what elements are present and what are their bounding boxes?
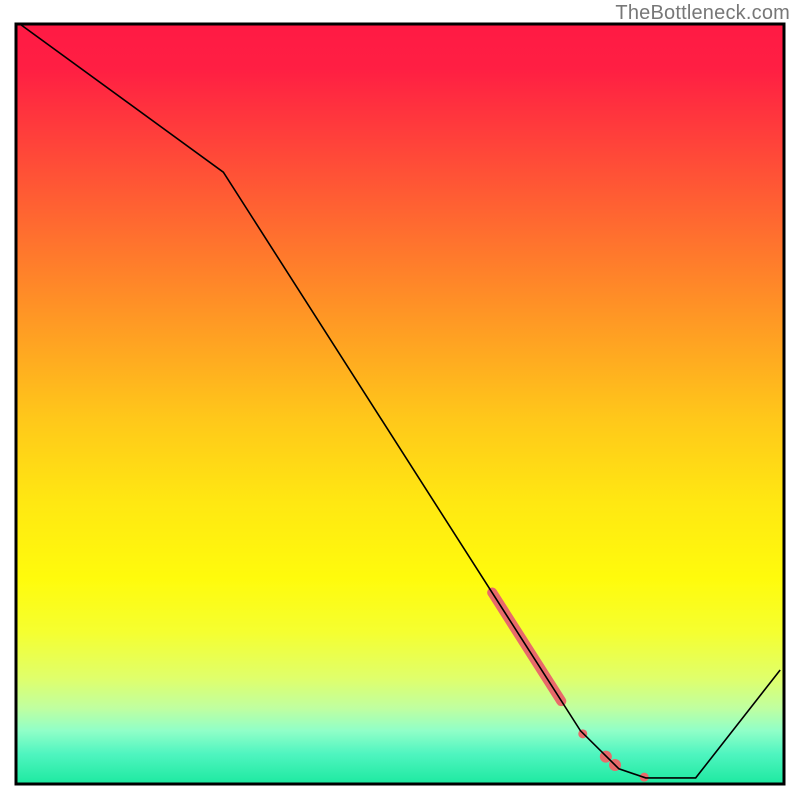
attribution-label: TheBottleneck.com [615,2,790,25]
gradient-background [16,24,784,784]
bottleneck-chart: TheBottleneck.com [0,0,800,800]
chart-svg [0,0,800,800]
